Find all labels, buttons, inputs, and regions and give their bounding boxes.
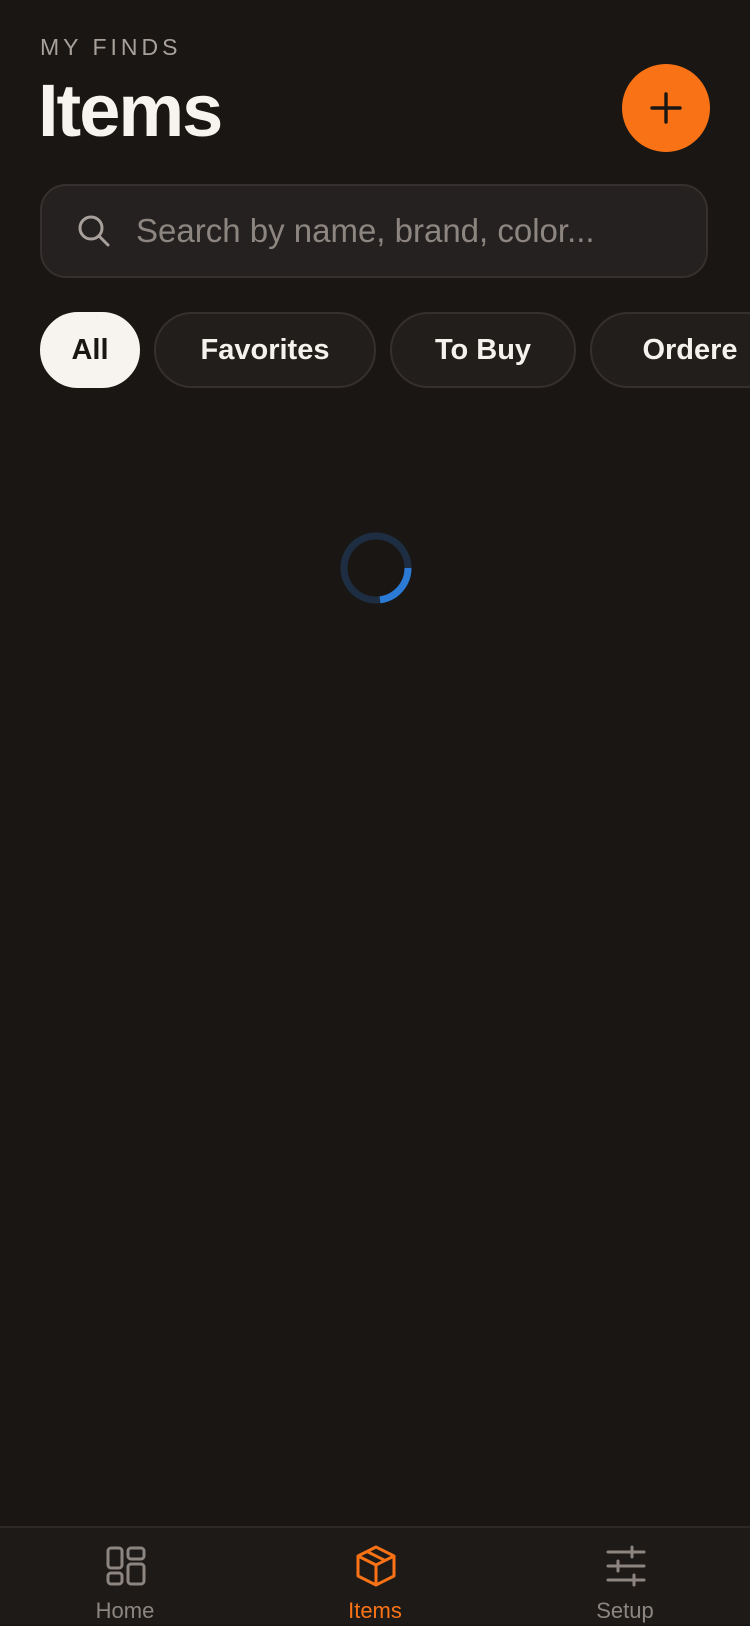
tab-setup-label: Setup: [596, 1598, 654, 1623]
plus-icon: [650, 92, 682, 124]
loading-spinner-icon: [340, 532, 412, 604]
search-input[interactable]: [134, 211, 706, 251]
filter-chip-to-buy[interactable]: To Buy: [390, 312, 576, 388]
sliders-icon: [606, 1545, 646, 1587]
search-bar[interactable]: [40, 184, 708, 278]
tab-items-label: Items: [348, 1598, 402, 1623]
tab-setup[interactable]: Setup: [500, 1528, 750, 1626]
tab-home-label: Home: [95, 1598, 155, 1623]
tab-home[interactable]: Home: [0, 1528, 250, 1626]
box-icon: [356, 1545, 396, 1587]
filter-chip-all[interactable]: All: [40, 312, 140, 388]
add-item-button[interactable]: [622, 64, 710, 152]
eyebrow-label: MY FINDS: [40, 34, 182, 60]
filter-chip-ordered[interactable]: Ordere: [590, 312, 750, 388]
grid-icon: [106, 1546, 146, 1586]
tab-items[interactable]: Items: [250, 1528, 500, 1626]
filter-chip-favorites[interactable]: Favorites: [154, 312, 376, 388]
search-icon: [76, 213, 112, 249]
page-title: Items: [38, 69, 223, 152]
filter-chips: All Favorites To Buy Ordere: [40, 312, 750, 388]
tab-bar: Home Items Setup: [0, 1526, 750, 1624]
